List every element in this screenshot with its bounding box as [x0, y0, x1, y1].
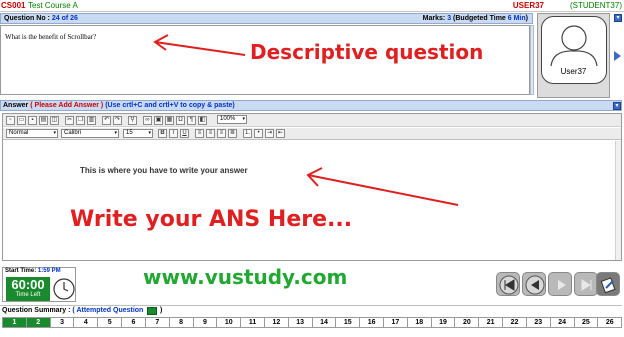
annotation-write-here: Write your ANS Here... — [70, 207, 353, 232]
next-question-button[interactable] — [548, 272, 572, 296]
question-cell[interactable]: 9 — [193, 317, 218, 328]
question-cell[interactable]: 1 — [2, 317, 27, 328]
arrow-to-question-icon — [154, 41, 246, 56]
question-cell[interactable]: 17 — [384, 317, 408, 328]
clock-icon — [53, 278, 75, 300]
question-summary-bar: Question Summary : ( Attempted Question … — [0, 305, 622, 316]
question-cell[interactable]: 15 — [336, 317, 361, 328]
question-cell[interactable]: 6 — [122, 317, 146, 328]
finish-button[interactable] — [596, 272, 620, 296]
question-cell[interactable]: 4 — [74, 317, 99, 328]
annotation-descriptive: Descriptive question — [250, 40, 484, 64]
question-cell[interactable]: 8 — [169, 317, 194, 328]
summary-close: ) — [160, 307, 163, 314]
timer-panel: Start Time: 1:59 PM 60:00 Time Left — [2, 267, 76, 302]
question-cell[interactable]: 3 — [50, 317, 75, 328]
finish-icon — [600, 277, 616, 294]
question-cell[interactable]: 7 — [145, 317, 170, 328]
first-question-button[interactable] — [496, 272, 520, 296]
summary-label: Question Summary : ( Attempted Question — [2, 307, 144, 314]
attempted-legend-swatch — [147, 307, 157, 315]
last-question-button[interactable] — [574, 272, 598, 296]
next-icon — [558, 280, 566, 290]
navigation-buttons — [496, 268, 620, 302]
question-cell[interactable]: 14 — [312, 317, 337, 328]
question-cell[interactable]: 26 — [598, 317, 623, 328]
time-left-value: 60:00 — [11, 277, 45, 292]
start-time-label: Start Time: 1:59 PM — [5, 268, 61, 274]
first-icon — [499, 275, 519, 295]
question-cell[interactable]: 12 — [264, 317, 289, 328]
question-cell[interactable]: 22 — [503, 317, 527, 328]
question-cell[interactable]: 16 — [360, 317, 384, 328]
time-left-display: 60:00 Time Left — [6, 277, 50, 301]
time-left-label: Time Left — [15, 292, 41, 298]
question-cell[interactable]: 10 — [217, 317, 242, 328]
question-cell[interactable]: 11 — [241, 317, 265, 328]
question-cell[interactable]: 21 — [479, 317, 504, 328]
question-number-grid: 1 2 3 4 5 6 7 8 9 10 11 12 13 14 15 16 17 18 19 20 21 22 23 24 2… — [2, 317, 623, 328]
question-cell[interactable]: 23 — [526, 317, 551, 328]
arrow-to-answer-icon — [307, 174, 459, 206]
question-cell[interactable]: 24 — [550, 317, 575, 328]
question-cell[interactable]: 18 — [407, 317, 432, 328]
question-cell[interactable]: 13 — [288, 317, 313, 328]
previous-question-button[interactable] — [522, 272, 546, 296]
question-cell[interactable]: 19 — [431, 317, 456, 328]
question-cell[interactable]: 20 — [455, 317, 480, 328]
previous-icon — [525, 275, 545, 295]
question-cell[interactable]: 25 — [574, 317, 599, 328]
question-cell[interactable]: 2 — [26, 317, 51, 328]
question-cell[interactable]: 5 — [98, 317, 123, 328]
annotation-website: www.vustudy.com — [143, 265, 348, 289]
